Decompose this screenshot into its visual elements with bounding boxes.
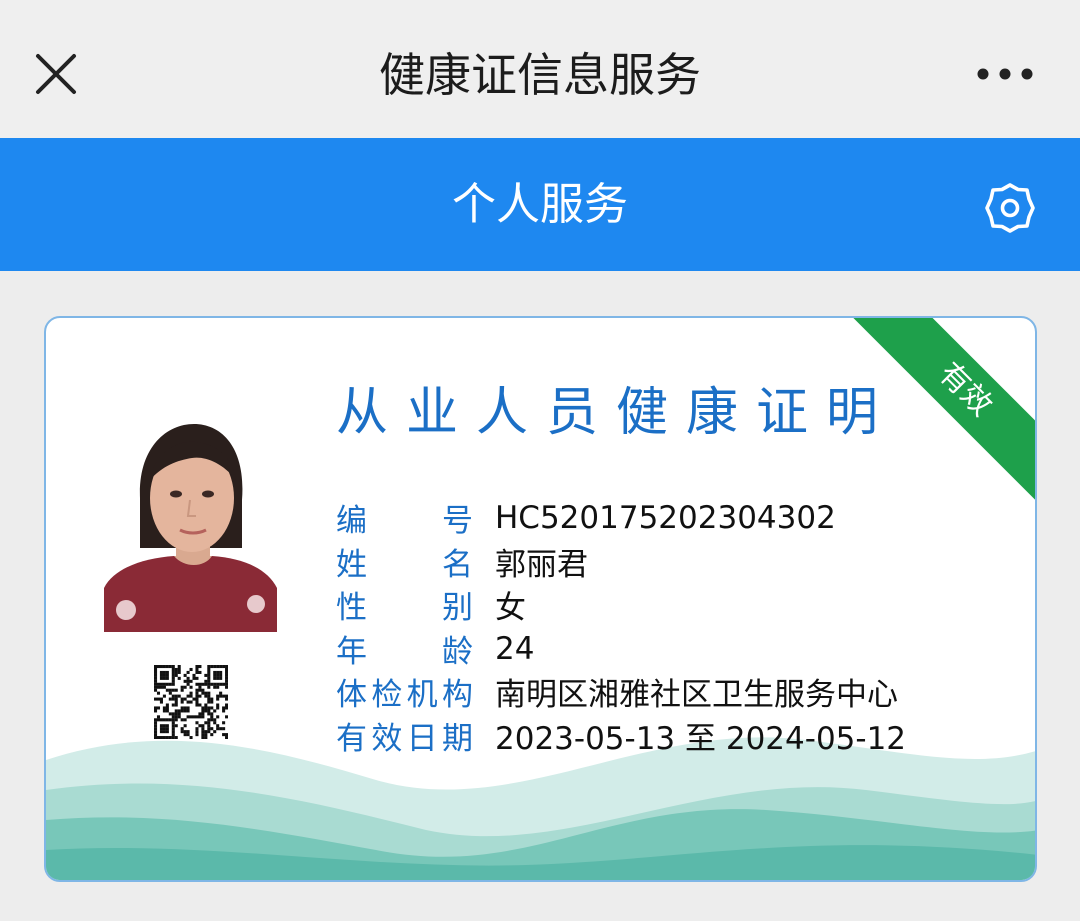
field-label: 姓名 <box>336 547 473 583</box>
field-label: 编号 <box>336 503 473 539</box>
close-icon <box>36 54 76 94</box>
page: 健康证信息服务 个人服务 有效 从业人员健康证明 编号 HC5201752023… <box>0 0 1080 921</box>
qr-code-icon <box>154 665 229 740</box>
close-button[interactable] <box>28 46 84 102</box>
gear-icon <box>985 183 1035 233</box>
field-value: 24 <box>495 630 535 667</box>
field-institution: 体检机构 南明区湘雅社区卫生服务中心 <box>336 669 898 713</box>
field-gender: 性别女 <box>336 582 526 626</box>
settings-button[interactable] <box>983 181 1037 235</box>
field-validity: 有效日期 2023-05-13 至 2024-05-12 <box>336 713 906 757</box>
field-value: 2023-05-13 至 2024-05-12 <box>495 721 907 757</box>
field-value: 郭丽君 <box>495 547 588 583</box>
field-label: 年龄 <box>336 634 473 670</box>
app-title: 健康证信息服务 <box>379 48 701 102</box>
section-header: 个人服务 <box>0 138 1080 271</box>
field-name: 姓名 郭丽君 <box>336 539 588 583</box>
field-label: 体检机构 <box>336 677 473 713</box>
qr-code[interactable] <box>154 665 229 740</box>
field-value: 南明区湘雅社区卫生服务中心 <box>495 677 898 713</box>
field-value: 女 <box>495 590 526 626</box>
portrait-photo <box>104 418 277 632</box>
card-title: 从业人员健康证明 <box>336 383 897 443</box>
field-value: HC520175202304302 <box>495 499 836 536</box>
field-age: 年龄 24 <box>336 626 535 671</box>
field-number: 编号 HC520175202304302 <box>336 495 836 540</box>
avatar <box>104 418 277 632</box>
section-title: 个人服务 <box>452 179 628 230</box>
top-bar: 健康证信息服务 <box>0 0 1080 138</box>
more-button[interactable] <box>972 56 1038 92</box>
field-label: 性别 <box>336 590 473 626</box>
field-label: 有效日期 <box>336 721 473 757</box>
more-dots-icon <box>977 68 1033 80</box>
